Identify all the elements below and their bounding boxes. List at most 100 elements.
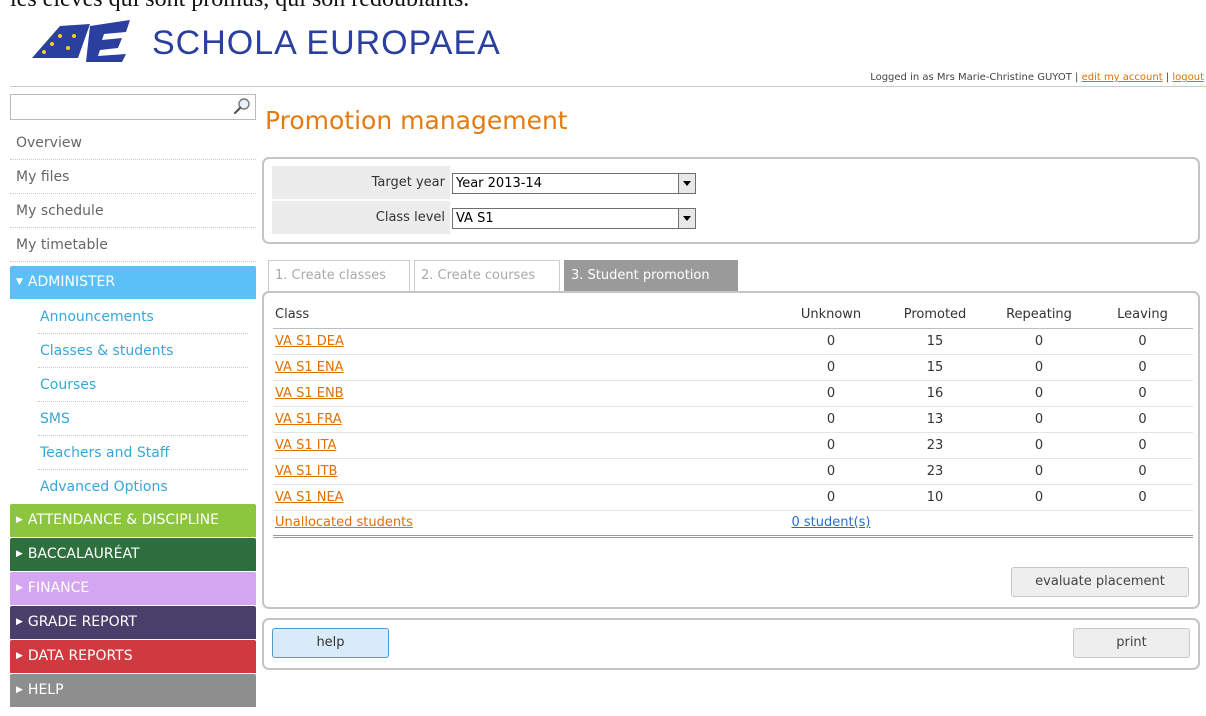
column-header-promoted: Promoted: [882, 304, 986, 329]
dropdown-arrow-icon[interactable]: [678, 174, 695, 193]
print-button[interactable]: print: [1073, 628, 1190, 658]
class-link[interactable]: VA S1 ITA: [275, 438, 336, 453]
class-level-value: VA S1: [456, 211, 494, 226]
sidebar-section-help[interactable]: ▶ HELP: [10, 674, 256, 707]
logo-wordmark: SCHOLA EUROPAEA: [152, 24, 501, 62]
section-label: ATTENDANCE & DISCIPLINE: [27, 512, 219, 528]
tab-student-promotion[interactable]: 3. Student promotion: [564, 260, 738, 292]
logout-link[interactable]: logout: [1172, 72, 1204, 83]
sidebar-section-attendance[interactable]: ▶ ATTENDANCE & DISCIPLINE: [10, 504, 256, 537]
sidebar-section-data-reports[interactable]: ▶ DATA REPORTS: [10, 640, 256, 673]
logged-in-text: Logged in as Mrs Marie-Christine GUYOT |: [870, 72, 1079, 83]
cell-unknown: 0: [778, 432, 882, 459]
column-header-class: Class: [273, 304, 778, 329]
cell-repeating: 0: [986, 328, 1090, 355]
class-level-label: Class level: [272, 201, 450, 234]
unallocated-count-link[interactable]: 0 student(s): [791, 515, 870, 530]
target-year-value: Year 2013-14: [456, 176, 542, 191]
class-link[interactable]: VA S1 DEA: [275, 334, 344, 349]
sidebar-search: [10, 94, 256, 120]
section-label: FINANCE: [27, 580, 90, 596]
cell-leaving: 0: [1090, 406, 1193, 433]
administer-submenu: Announcements Classes & students Courses…: [10, 300, 256, 504]
cell-promoted: 15: [882, 328, 986, 355]
eu-flag-logo-icon: [32, 20, 130, 62]
document-text-line: les élèves qui sont promus, qui son redo…: [10, 0, 469, 13]
search-input[interactable]: [15, 96, 225, 118]
chevron-down-icon: ▼: [16, 277, 23, 287]
sidebar-item-announcements[interactable]: Announcements: [10, 300, 256, 334]
login-bar: Logged in as Mrs Marie-Christine GUYOT |…: [870, 72, 1204, 83]
cell-leaving: 0: [1090, 380, 1193, 407]
cell-repeating: 0: [986, 406, 1090, 433]
chevron-right-icon: ▶: [16, 515, 23, 525]
search-icon[interactable]: [233, 97, 251, 115]
target-year-row: Target year Year 2013-14: [272, 166, 1188, 199]
sidebar-section-baccalaureat[interactable]: ▶ BACCALAURÉAT: [10, 538, 256, 571]
cell-unknown: 0: [778, 354, 882, 381]
cell-repeating: 0: [986, 380, 1090, 407]
tab-create-courses[interactable]: 2. Create courses: [414, 260, 560, 292]
help-button[interactable]: help: [272, 628, 389, 658]
cell-leaving: 0: [1090, 458, 1193, 485]
cell-unknown: 0: [778, 458, 882, 485]
header-divider: [10, 86, 1206, 87]
sidebar-item-overview[interactable]: Overview: [10, 126, 256, 160]
class-link[interactable]: VA S1 NEA: [275, 490, 344, 505]
column-header-unknown: Unknown: [778, 304, 882, 329]
cell-promoted: 13: [882, 406, 986, 433]
cell-unknown: 0: [778, 484, 882, 511]
cell-leaving: 0: [1090, 354, 1193, 381]
class-level-select[interactable]: VA S1: [452, 208, 696, 229]
table-row: VA S1 NEA 0 10 0 0: [273, 484, 1193, 511]
table-row: VA S1 ENB 0 16 0 0: [273, 380, 1193, 407]
cell-repeating: 0: [986, 354, 1090, 381]
filters-panel: Target year Year 2013-14 Class level VA …: [262, 157, 1200, 244]
chevron-right-icon: ▶: [16, 685, 23, 695]
sidebar-item-advanced-options[interactable]: Advanced Options: [10, 470, 256, 504]
cell-leaving: 0: [1090, 432, 1193, 459]
sidebar-item-teachers-staff[interactable]: Teachers and Staff: [10, 436, 256, 470]
table-row: VA S1 FRA 0 13 0 0: [273, 406, 1193, 433]
sidebar-item-my-timetable[interactable]: My timetable: [10, 228, 256, 262]
chevron-right-icon: ▶: [16, 617, 23, 627]
cell-leaving: 0: [1090, 328, 1193, 355]
unallocated-students-link[interactable]: Unallocated students: [275, 515, 413, 530]
cell-promoted: 23: [882, 432, 986, 459]
sidebar-section-finance[interactable]: ▶ FINANCE: [10, 572, 256, 605]
cell-repeating: 0: [986, 458, 1090, 485]
header-separator: |: [1165, 72, 1170, 83]
sidebar-section-grade-report[interactable]: ▶ GRADE REPORT: [10, 606, 256, 639]
sidebar-section-administer[interactable]: ▼ ADMINISTER: [10, 266, 256, 299]
edit-account-link[interactable]: edit my account: [1082, 72, 1163, 83]
sidebar-item-my-schedule[interactable]: My schedule: [10, 194, 256, 228]
tab-create-classes[interactable]: 1. Create classes: [268, 260, 410, 292]
target-year-select[interactable]: Year 2013-14: [452, 173, 696, 194]
sidebar-item-classes-students[interactable]: Classes & students: [10, 334, 256, 368]
chevron-right-icon: ▶: [16, 549, 23, 559]
table-row: VA S1 ITA 0 23 0 0: [273, 432, 1193, 459]
section-label: GRADE REPORT: [27, 614, 137, 630]
evaluate-placement-button[interactable]: evaluate placement: [1011, 567, 1189, 597]
sidebar-item-courses[interactable]: Courses: [10, 368, 256, 402]
class-link[interactable]: VA S1 ENB: [275, 386, 344, 401]
section-label: BACCALAURÉAT: [27, 546, 140, 562]
cell-repeating: 0: [986, 484, 1090, 511]
table-row: VA S1 ENA 0 15 0 0: [273, 354, 1193, 381]
sidebar-item-my-files[interactable]: My files: [10, 160, 256, 194]
cell-promoted: 15: [882, 354, 986, 381]
class-link[interactable]: VA S1 FRA: [275, 412, 342, 427]
actions-panel: help print: [262, 618, 1200, 670]
sidebar-item-sms[interactable]: SMS: [10, 402, 256, 436]
page-title: Promotion management: [265, 106, 568, 135]
chevron-right-icon: ▶: [16, 651, 23, 661]
class-link[interactable]: VA S1 ITB: [275, 464, 337, 479]
cell-promoted: 16: [882, 380, 986, 407]
table-header-row: Class Unknown Promoted Repeating Leaving: [273, 304, 1193, 329]
dropdown-arrow-icon[interactable]: [678, 209, 695, 228]
cell-repeating: 0: [986, 432, 1090, 459]
column-header-leaving: Leaving: [1090, 304, 1193, 329]
class-link[interactable]: VA S1 ENA: [275, 360, 344, 375]
table-row: VA S1 ITB 0 23 0 0: [273, 458, 1193, 485]
class-level-row: Class level VA S1: [272, 201, 1188, 234]
